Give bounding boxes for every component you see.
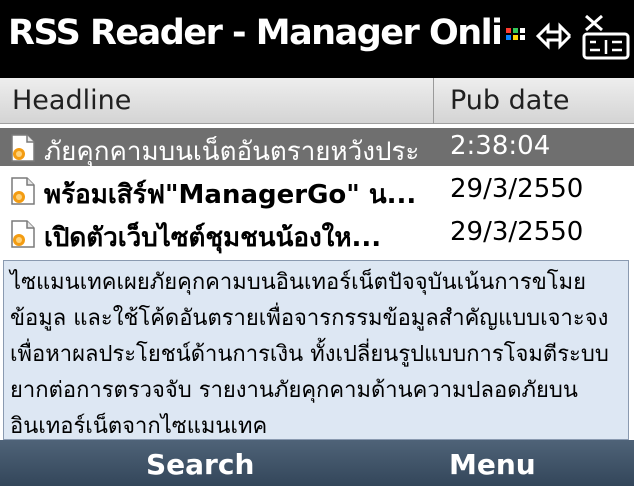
column-pub-date[interactable]: Pub date xyxy=(450,85,570,116)
title-bar: RSS Reader - Manager Online - Cyb xyxy=(0,0,634,78)
list-item[interactable]: เปิดตัวเว็บไซต์ชุมชนน้องให... 29/3/2550 xyxy=(0,214,634,253)
item-headline: พร้อมเสิร์ฟ"ManagerGo" น... xyxy=(44,180,417,210)
list-item[interactable]: ภัยคุกคามบนเน็ตอันตรายหวังประ 2:38:04 xyxy=(0,128,634,167)
preview-text: ไซแมนเทคเผยภัยคุกคามบนอินเทอร์เน็ตปัจจุบ… xyxy=(10,270,609,439)
preview-pane[interactable]: ไซแมนเทคเผยภัยคุกคามบนอินเทอร์เน็ตปัจจุบ… xyxy=(3,260,629,440)
list-item[interactable]: พร้อมเสิร์ฟ"ManagerGo" น... 29/3/2550 xyxy=(0,171,634,210)
item-headline: ภัยคุกคามบนเน็ตอันตรายหวังประ xyxy=(44,137,420,167)
item-headline: เปิดตัวเว็บไซต์ชุมชนน้องให... xyxy=(44,223,382,253)
rss-document-icon xyxy=(11,220,35,248)
softkey-bar: Search Menu xyxy=(0,440,634,486)
signal-icon xyxy=(506,22,526,48)
rss-document-icon xyxy=(11,177,35,205)
menu-softkey[interactable]: Menu xyxy=(449,448,536,481)
connection-icon[interactable] xyxy=(534,18,574,54)
search-softkey[interactable]: Search xyxy=(146,448,254,481)
rss-document-icon xyxy=(11,134,35,162)
item-pub-date: 29/3/2550 xyxy=(450,174,584,204)
item-pub-date: 2:38:04 xyxy=(450,131,551,161)
feed-item-list: ภัยคุกคามบนเน็ตอันตรายหวังประ 2:38:04 พร… xyxy=(0,124,634,256)
close-icon[interactable] xyxy=(576,12,634,62)
list-column-header: Headline Pub date xyxy=(0,78,634,124)
window-title: RSS Reader - Manager Online - Cyb xyxy=(8,13,500,53)
article-preview: ไซแมนเทคเผยภัยคุกคามบนอินเทอร์เน็ตปัจจุบ… xyxy=(0,256,634,440)
column-headline[interactable]: Headline xyxy=(12,85,131,116)
column-divider[interactable] xyxy=(433,78,434,124)
item-pub-date: 29/3/2550 xyxy=(450,217,584,247)
